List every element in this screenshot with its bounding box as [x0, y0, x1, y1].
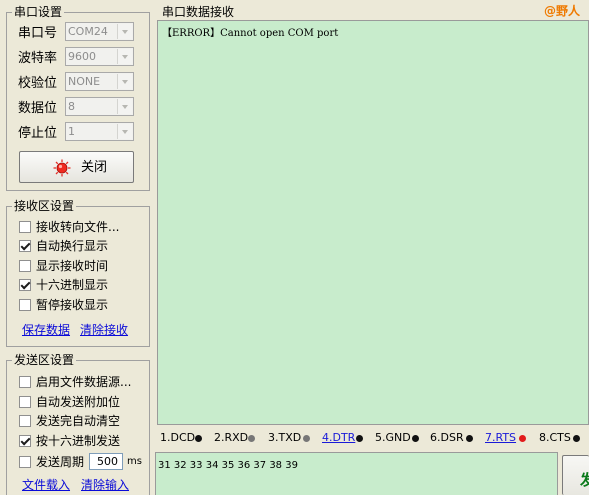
receive-to-file-label: 接收转向文件... [36, 220, 120, 234]
pin-dsr-indicator [466, 435, 473, 442]
send-period-checkbox[interactable] [19, 456, 31, 468]
send-button[interactable]: 发 [562, 455, 589, 495]
show-time-label: 显示接收时间 [36, 259, 109, 273]
pin-txd-label: 3.TXD [268, 431, 302, 444]
pin-gnd-label: 5.GND [375, 431, 411, 444]
pin-dtr-toggle[interactable]: 4.DTR [322, 431, 355, 445]
chevron-down-icon[interactable] [117, 49, 132, 64]
auto-clear-checkbox[interactable] [19, 415, 31, 427]
parity-select-value: NONE [68, 75, 101, 88]
hex-display-checkbox[interactable] [19, 279, 31, 291]
stopbits-select-value: 1 [68, 125, 75, 138]
chevron-down-icon[interactable] [117, 99, 132, 114]
close-port-button[interactable]: 关闭 [19, 151, 134, 183]
databits-select[interactable]: 8 [65, 97, 134, 116]
baud-label: 波特率 [18, 51, 58, 66]
chevron-down-icon[interactable] [117, 74, 132, 89]
baud-select-value: 9600 [68, 50, 96, 63]
receive-settings-title: 接收区设置 [12, 199, 77, 213]
status-light-icon [53, 159, 71, 177]
pause-display-label: 暂停接收显示 [36, 298, 109, 312]
send-button-label: 发 [580, 471, 589, 489]
pin-status-bar: 1.DCD 2.RXD 3.TXD 4.DTR 5.GND 6.DSR 7.RT… [157, 425, 589, 450]
hex-send-label: 按十六进制发送 [36, 434, 121, 448]
receive-area-title: 串口数据接收 [162, 5, 235, 19]
receive-to-file-checkbox[interactable] [19, 221, 31, 233]
pin-rts-indicator [519, 435, 526, 442]
pin-gnd-indicator [412, 435, 419, 442]
pause-display-checkbox[interactable] [19, 299, 31, 311]
pin-rxd-indicator [248, 435, 255, 442]
send-text-area[interactable]: 31 32 33 34 35 36 37 38 39 [155, 452, 558, 495]
pin-dsr-label: 6.DSR [430, 431, 464, 444]
port-select[interactable]: COM24 [65, 22, 134, 41]
send-option-period[interactable]: 发送周期 [19, 454, 144, 470]
databits-label: 数据位 [18, 101, 58, 116]
port-settings-title: 串口设置 [12, 5, 65, 19]
show-time-checkbox[interactable] [19, 260, 31, 272]
clear-input-link[interactable]: 清除输入 [81, 478, 129, 492]
pin-cts-label: 8.CTS [539, 431, 571, 444]
receive-text-area[interactable]: 【ERROR】Cannot open COM port [157, 20, 589, 425]
pin-cts-indicator [573, 435, 580, 442]
port-select-value: COM24 [68, 25, 108, 38]
auto-wrap-label: 自动换行显示 [36, 239, 109, 253]
load-file-link[interactable]: 文件载入 [22, 478, 70, 492]
pin-rts-toggle[interactable]: 7.RTS [485, 431, 516, 445]
send-period-value: 500 [97, 455, 118, 468]
receive-text: 【ERROR】Cannot open COM port [162, 28, 339, 39]
send-period-label: 发送周期 [36, 455, 85, 469]
send-settings-title: 发送区设置 [12, 353, 77, 367]
auto-wrap-checkbox[interactable] [19, 240, 31, 252]
pin-dtr-indicator [356, 435, 363, 442]
auto-clear-label: 发送完自动清空 [36, 414, 121, 428]
databits-select-value: 8 [68, 100, 75, 113]
append-bits-checkbox[interactable] [19, 396, 31, 408]
append-bits-label: 自动发送附加位 [36, 395, 121, 409]
baud-select[interactable]: 9600 [65, 47, 134, 66]
pin-dcd-indicator [195, 435, 202, 442]
pin-dcd-label: 1.DCD [160, 431, 196, 444]
file-source-label: 启用文件数据源... [36, 375, 132, 389]
send-text: 31 32 33 34 35 36 37 38 39 [158, 460, 298, 471]
send-period-input[interactable]: 500 [89, 453, 123, 470]
chevron-down-icon[interactable] [117, 24, 132, 39]
stopbits-select[interactable]: 1 [65, 122, 134, 141]
hex-send-checkbox[interactable] [19, 435, 31, 447]
port-label: 串口号 [18, 26, 58, 41]
clear-receive-link[interactable]: 清除接收 [80, 323, 128, 337]
parity-select[interactable]: NONE [65, 72, 134, 91]
chevron-down-icon[interactable] [117, 124, 132, 139]
save-data-link[interactable]: 保存数据 [22, 323, 70, 337]
pin-rxd-label: 2.RXD [214, 431, 249, 444]
close-port-label: 关闭 [81, 160, 108, 175]
pin-txd-indicator [303, 435, 310, 442]
parity-label: 校验位 [18, 76, 58, 91]
stopbits-label: 停止位 [18, 126, 58, 141]
file-source-checkbox[interactable] [19, 376, 31, 388]
hex-display-label: 十六进制显示 [36, 278, 109, 292]
brand-label: @野人 [544, 4, 581, 18]
send-period-unit: ms [127, 456, 142, 467]
